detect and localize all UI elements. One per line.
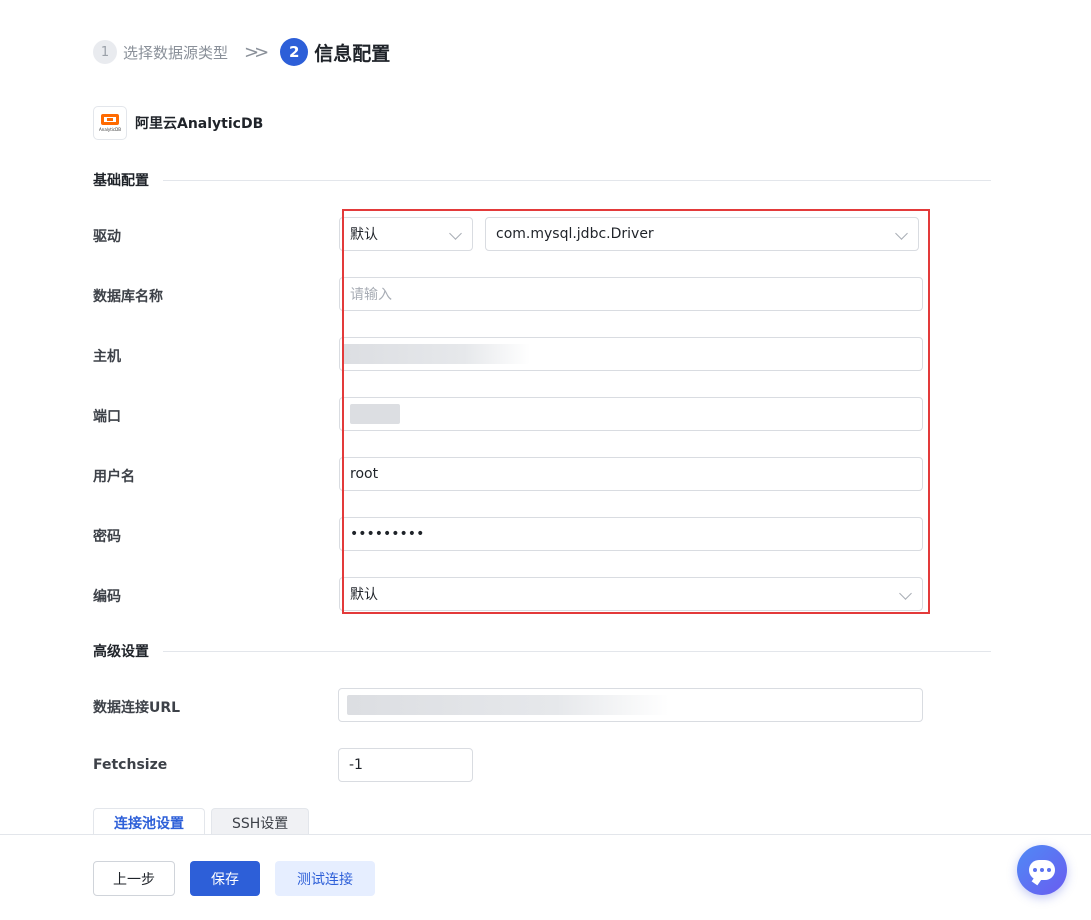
step-1-number: 1 [93, 40, 117, 64]
settings-tabs: 连接池设置 SSH设置 [93, 808, 315, 836]
database-name-label: 数据库名称 [93, 289, 163, 305]
host-label: 主机 [93, 349, 121, 365]
password-value: ••••••••• [350, 526, 425, 542]
url-input[interactable] [338, 688, 923, 722]
encoding-label: 编码 [93, 589, 121, 605]
host-value-redacted [342, 344, 530, 364]
step-1[interactable]: 1 选择数据源类型 [93, 40, 228, 64]
database-name-placeholder: 请输入 [350, 287, 392, 303]
advanced-title: 高级设置 [93, 644, 149, 660]
port-label: 端口 [93, 409, 121, 425]
driver-class-value: com.mysql.jdbc.Driver [496, 226, 654, 242]
password-input[interactable]: ••••••••• [339, 517, 923, 551]
tab-connection-pool[interactable]: 连接池设置 [93, 808, 205, 836]
advanced-section-title: 高级设置 [93, 641, 991, 661]
encoding-select[interactable]: 默认 [339, 577, 923, 611]
logo-text: AnalyticDB [99, 127, 121, 132]
driver-label: 驱动 [93, 229, 121, 245]
basic-config-section-title: 基础配置 [93, 170, 991, 190]
analyticdb-logo-icon: AnalyticDB [93, 106, 127, 140]
username-value: root [350, 466, 379, 482]
footer-bar: 上一步 保存 测试连接 [0, 834, 1091, 920]
fetchsize-value: -1 [349, 757, 363, 773]
fetchsize-label: Fetchsize [93, 757, 168, 773]
chevron-down-icon [899, 587, 912, 600]
username-input[interactable]: root [339, 457, 923, 491]
host-input[interactable] [339, 337, 923, 371]
section-divider [163, 650, 991, 652]
step-2: 2 信息配置 [280, 38, 390, 66]
fetchsize-input[interactable]: -1 [338, 748, 473, 782]
step-2-number: 2 [280, 38, 309, 66]
encoding-value: 默认 [350, 587, 378, 603]
test-connection-button[interactable]: 测试连接 [275, 861, 375, 896]
save-button[interactable]: 保存 [190, 861, 260, 896]
chevron-down-icon [449, 227, 462, 240]
step-2-label: 信息配置 [314, 42, 391, 65]
steps-bar: 1 选择数据源类型 >> 2 信息配置 [93, 38, 390, 66]
driver-mode-value: 默认 [350, 227, 378, 243]
chevron-down-icon [895, 227, 908, 240]
chat-assistant-button[interactable] [1017, 845, 1067, 895]
section-divider [163, 179, 991, 181]
url-label: 数据连接URL [93, 700, 181, 716]
port-input[interactable] [339, 397, 923, 431]
port-value-redacted [350, 404, 400, 424]
database-name-input[interactable]: 请输入 [339, 277, 923, 311]
basic-config-title: 基础配置 [93, 173, 149, 189]
step-1-label: 选择数据源类型 [123, 43, 229, 62]
chat-bubble-icon [1029, 860, 1055, 880]
double-chevron-right-icon: >> [244, 41, 269, 63]
username-label: 用户名 [93, 469, 135, 485]
driver-class-select[interactable]: com.mysql.jdbc.Driver [485, 217, 919, 251]
datasource-name: 阿里云AnalyticDB [135, 116, 264, 132]
url-value-redacted [347, 695, 669, 715]
driver-mode-select[interactable]: 默认 [339, 217, 473, 251]
datasource-header: AnalyticDB 阿里云AnalyticDB [93, 106, 263, 140]
password-label: 密码 [93, 529, 121, 545]
prev-step-button[interactable]: 上一步 [93, 861, 175, 896]
tab-ssh[interactable]: SSH设置 [211, 808, 310, 836]
